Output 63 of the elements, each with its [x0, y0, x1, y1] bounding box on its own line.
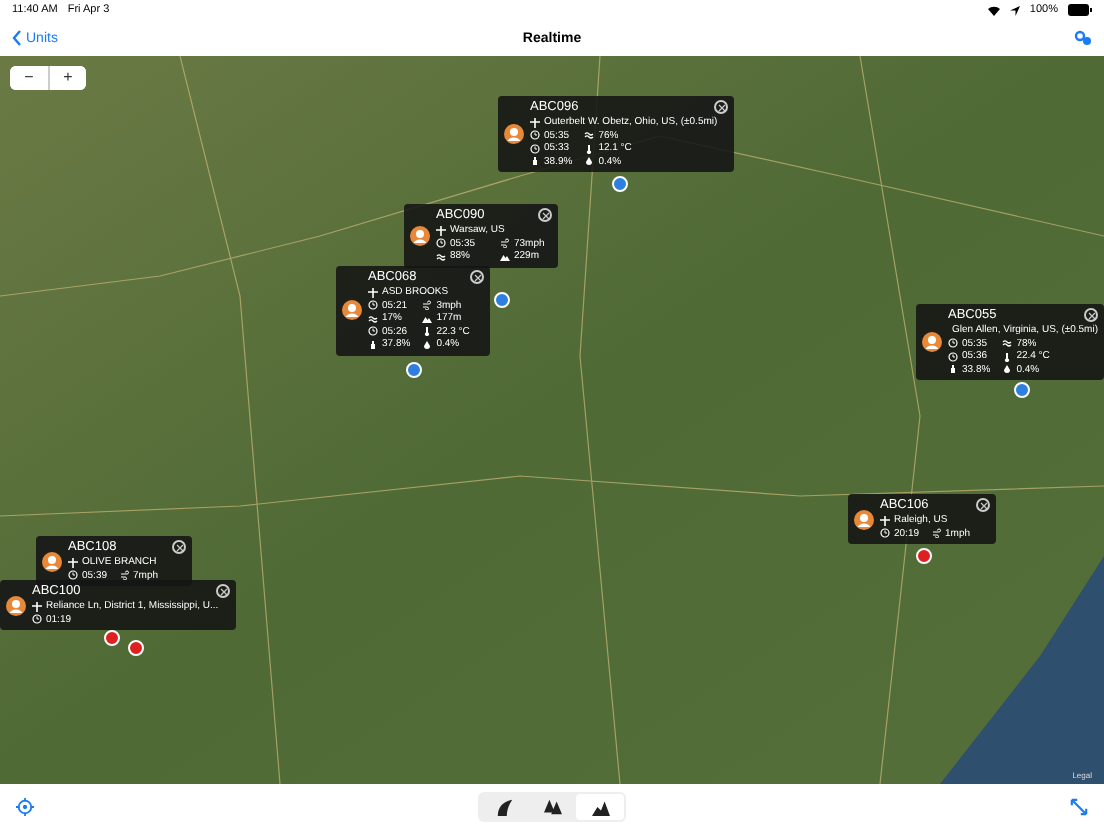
clock-icon [436, 238, 446, 249]
close-icon [175, 543, 183, 551]
filter-button[interactable] [1074, 30, 1092, 46]
wave-icon [584, 130, 595, 141]
chevron-left-icon [12, 30, 22, 46]
plus-icon [368, 287, 378, 298]
close-button[interactable] [714, 100, 728, 114]
wind-icon [500, 238, 510, 249]
plus-icon [880, 515, 890, 526]
avatar-icon [6, 595, 26, 615]
avatar-icon [854, 509, 874, 529]
drop-icon [584, 156, 595, 167]
close-button[interactable] [216, 584, 230, 598]
drop-icon [422, 339, 433, 350]
avatar-icon [42, 551, 62, 571]
mountain-icon [422, 313, 433, 324]
close-button[interactable] [172, 540, 186, 554]
clock-icon [68, 570, 78, 581]
layer-segment[interactable] [576, 793, 624, 819]
avatar-icon [922, 332, 942, 352]
clock-icon [368, 326, 378, 337]
avatar-icon [410, 225, 430, 246]
plus-icon [530, 117, 540, 128]
close-icon [1087, 311, 1095, 319]
clock-icon [32, 614, 42, 625]
thermometer-icon [584, 143, 595, 154]
close-button[interactable] [1084, 308, 1098, 322]
wind-icon [119, 570, 130, 581]
zoom-in-button[interactable]: + [48, 66, 86, 90]
curve-icon [495, 797, 513, 815]
clock-icon [880, 528, 890, 539]
avatar-icon [504, 124, 524, 144]
location-arrow-icon [1009, 5, 1020, 15]
plus-icon [436, 225, 446, 236]
plus-icon [68, 557, 78, 568]
mountain-icon [591, 797, 609, 815]
wave-icon [368, 313, 378, 324]
plus-icon [32, 601, 42, 612]
clock-icon [368, 300, 378, 311]
close-icon [473, 273, 481, 281]
wifi-icon [987, 5, 1000, 15]
wind-icon [422, 300, 433, 311]
locate-button[interactable] [16, 797, 34, 815]
wave-icon [1002, 338, 1013, 349]
close-button[interactable] [976, 498, 990, 512]
close-icon [219, 587, 227, 595]
close-icon [541, 211, 549, 219]
wave-icon [436, 251, 446, 262]
circles-icon [1074, 30, 1092, 46]
expand-button[interactable] [1070, 797, 1088, 815]
close-button[interactable] [538, 208, 552, 222]
close-button[interactable] [470, 270, 484, 284]
battery-icon [1068, 4, 1092, 16]
drop-icon [1002, 364, 1013, 375]
thermometer-icon [422, 326, 433, 337]
expand-icon [1070, 797, 1088, 815]
close-icon [717, 103, 725, 111]
thermometer-icon [1002, 351, 1013, 362]
wind-icon [931, 528, 942, 539]
mountain-icon [500, 251, 510, 262]
crosshair-icon [16, 797, 34, 815]
close-icon [979, 501, 987, 509]
avatar-icon [342, 300, 362, 321]
